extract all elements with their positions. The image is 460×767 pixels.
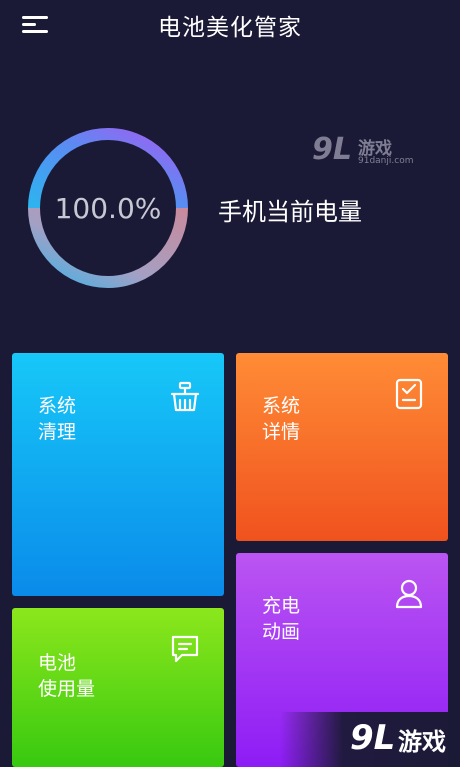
- tile-charge-line1: 充电: [262, 595, 301, 617]
- tile-charge-line2: 动画: [262, 621, 301, 643]
- battery-label: 手机当前电量: [218, 198, 362, 226]
- app-screen: 电池美化管家 9L 游戏 91danji.com 100.0% 手机当前电量 系…: [0, 0, 460, 767]
- tile-clean-line2: 清理: [38, 421, 77, 443]
- page-title: 电池美化管家: [158, 15, 302, 41]
- tile-usage-line2: 使用量: [38, 678, 96, 700]
- tile-system-clean[interactable]: 系统 清理: [12, 353, 224, 596]
- tile-system-details[interactable]: 系统 详情: [236, 353, 448, 541]
- tile-usage-line1: 电池: [38, 652, 77, 674]
- tile-detail-line1: 系统: [262, 395, 301, 417]
- tile-detail-line2: 详情: [262, 421, 301, 443]
- watermark-logo-bottom: 9L 游戏: [280, 712, 460, 767]
- tile-battery-usage[interactable]: 电池 使用量: [12, 608, 224, 767]
- tile-clean-line1: 系统: [38, 395, 77, 417]
- checklist-icon: [395, 378, 423, 410]
- watermark-logo: 9L 游戏 91danji.com: [312, 132, 414, 167]
- message-icon: [171, 635, 199, 663]
- battery-percent: 100.0%: [54, 191, 162, 225]
- header-bar: 电池美化管家: [0, 0, 460, 50]
- person-icon: [395, 579, 423, 609]
- broom-icon: [170, 381, 200, 412]
